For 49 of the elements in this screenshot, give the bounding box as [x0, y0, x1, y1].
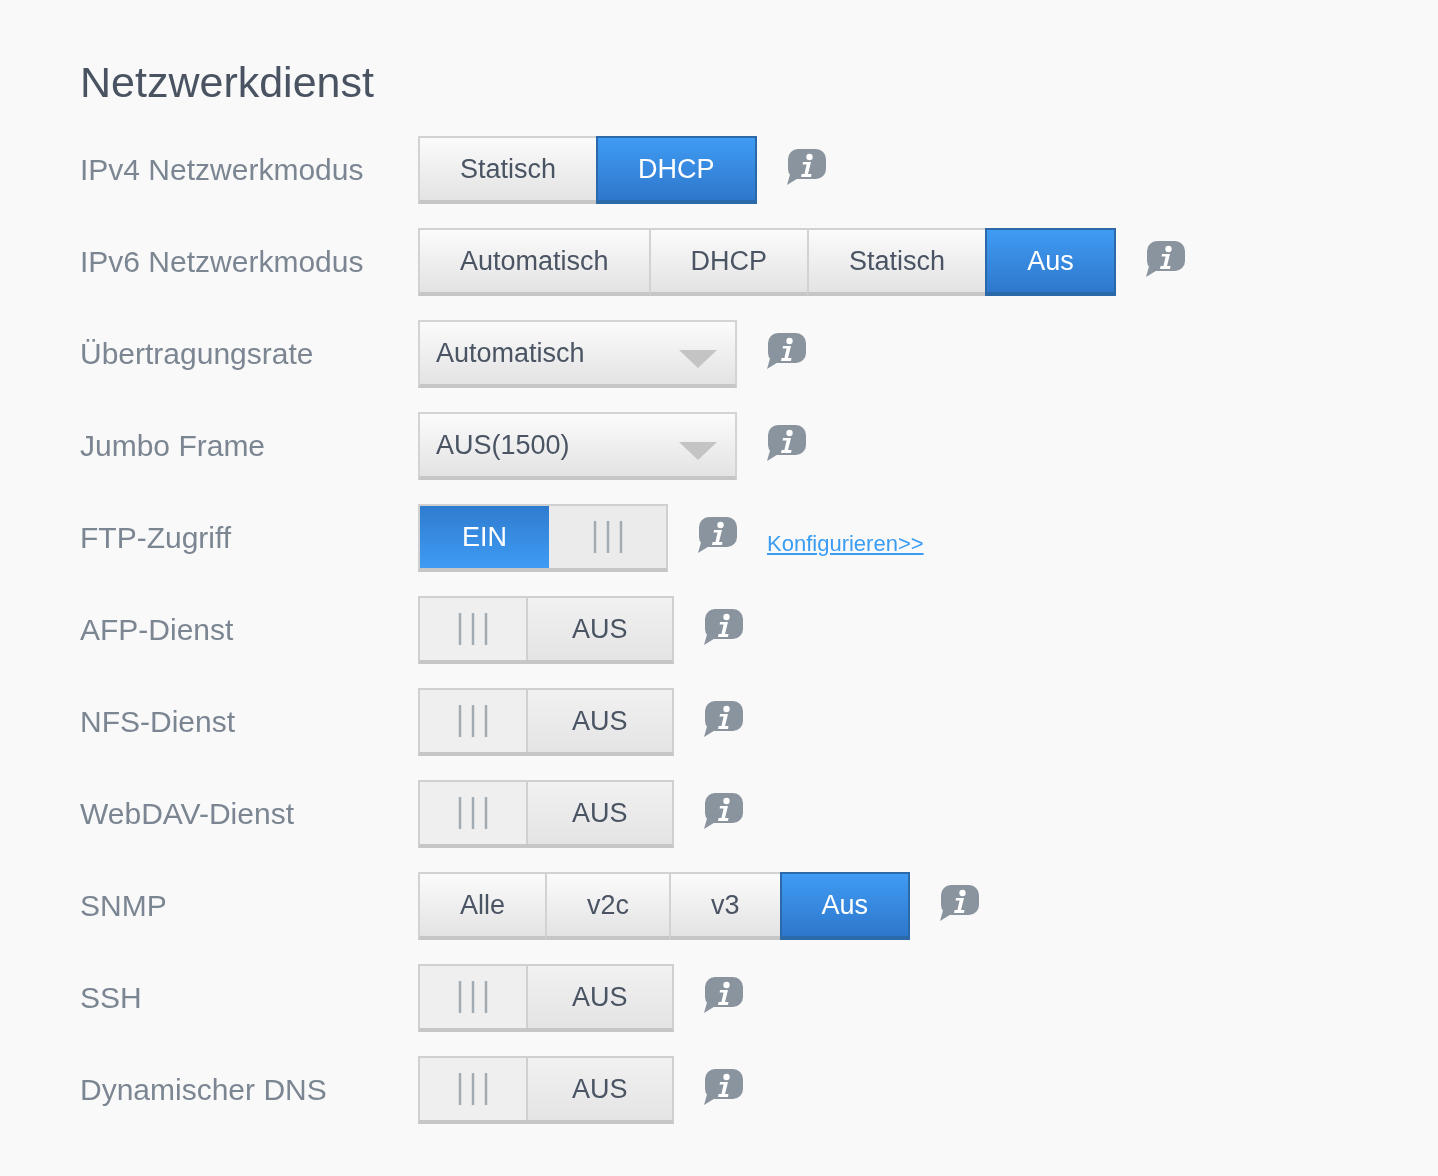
info-icon[interactable] — [697, 517, 737, 553]
caret-icon — [679, 350, 717, 368]
segment-button[interactable]: Automatisch — [418, 228, 651, 296]
info-icon[interactable] — [1144, 241, 1185, 277]
info-icon[interactable] — [702, 609, 743, 645]
segment-button[interactable]: DHCP — [596, 136, 757, 204]
segment-button[interactable]: Aus — [779, 872, 911, 940]
field-label: IPv6 Netzwerkmodus — [80, 245, 364, 279]
info-icon[interactable] — [702, 701, 743, 737]
field-label: Dynamischer DNS — [80, 1073, 327, 1107]
field-label: SNMP — [80, 889, 167, 923]
info-icon[interactable] — [785, 149, 826, 185]
dropdown-select[interactable]: AUS(1500) — [418, 412, 737, 480]
toggle-switch[interactable]: AUS — [418, 780, 674, 848]
info-icon[interactable] — [702, 977, 743, 1013]
segment-button[interactable]: Statisch — [418, 136, 599, 204]
grip-icon — [458, 797, 488, 829]
section-title: Netzwerkdienst — [80, 57, 375, 108]
toggle-switch[interactable]: EIN — [418, 504, 668, 572]
grip-icon — [458, 981, 488, 1013]
grip-icon — [458, 1073, 488, 1105]
field-label: Übertragungsrate — [80, 337, 314, 371]
toggle-switch[interactable]: AUS — [418, 688, 674, 756]
grip-icon — [458, 705, 488, 737]
toggle-switch[interactable]: AUS — [418, 964, 674, 1032]
info-icon[interactable] — [766, 333, 806, 369]
dropdown-select[interactable]: Automatisch — [418, 320, 737, 388]
info-icon[interactable] — [766, 425, 806, 461]
field-label: IPv4 Netzwerkmodus — [80, 153, 364, 187]
toggle-switch[interactable]: AUS — [418, 1056, 674, 1124]
segment-button[interactable]: Aus — [985, 228, 1116, 296]
field-label: WebDAV-Dienst — [80, 797, 294, 831]
field-label: SSH — [80, 981, 142, 1015]
segment-button[interactable]: Statisch — [807, 228, 988, 296]
segment-button[interactable]: v3 — [669, 872, 782, 940]
grip-icon — [458, 613, 488, 645]
field-label: NFS-Dienst — [80, 705, 236, 739]
field-label: AFP-Dienst — [80, 613, 234, 647]
grip-icon — [592, 521, 623, 553]
segment-button[interactable]: DHCP — [648, 228, 810, 296]
info-icon[interactable] — [702, 793, 743, 829]
field-label: Jumbo Frame — [80, 429, 266, 463]
segment-button[interactable]: v2c — [545, 872, 672, 940]
segment-button[interactable]: Alle — [418, 872, 548, 940]
info-icon[interactable] — [702, 1069, 743, 1105]
field-label: FTP-Zugriff — [80, 521, 232, 555]
info-icon[interactable] — [939, 885, 980, 921]
caret-icon — [679, 442, 717, 460]
toggle-switch[interactable]: AUS — [418, 596, 674, 664]
